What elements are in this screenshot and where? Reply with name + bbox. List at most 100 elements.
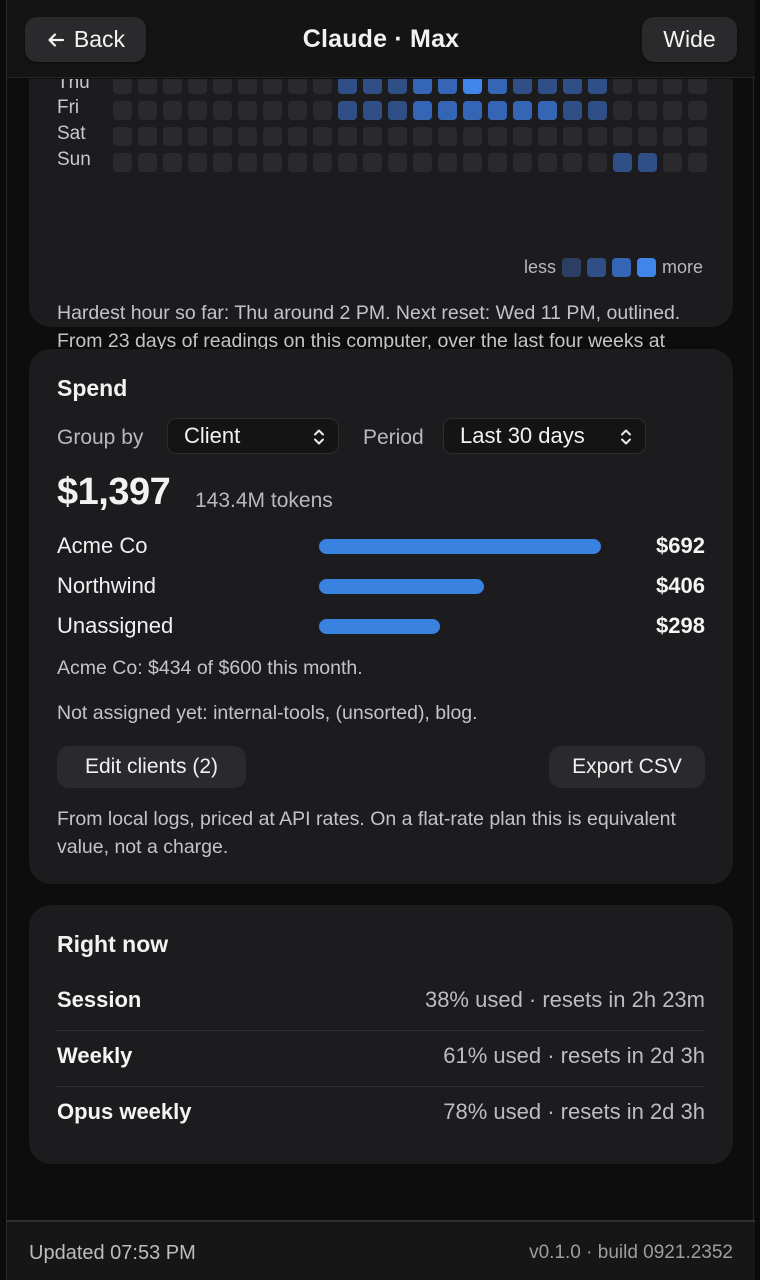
client-bar-fill xyxy=(319,539,601,554)
heatmap-cell xyxy=(188,101,207,120)
heatmap-cell xyxy=(513,79,532,94)
day-label-sun: Sun xyxy=(57,149,91,170)
token-count: 143.4M tokens xyxy=(195,489,333,512)
budget-note: Acme Co: $434 of $600 this month. xyxy=(57,657,363,679)
heatmap-cell xyxy=(138,79,157,94)
heatmap-cell xyxy=(588,127,607,146)
heatmap-cell xyxy=(238,153,257,172)
heatmap-cell xyxy=(538,127,557,146)
day-label-thu: Thu xyxy=(57,79,90,93)
version-label: v0.1.0 · build 0921.2352 xyxy=(529,1242,733,1263)
heatmap-cell xyxy=(213,153,232,172)
heatmap-cell xyxy=(588,79,607,94)
client-row-northwind: Northwind $406 xyxy=(57,571,705,601)
spend-total: $1,397 xyxy=(57,471,171,513)
client-bar xyxy=(319,539,601,554)
heatmap-cell xyxy=(513,127,532,146)
heatmap-cell xyxy=(338,101,357,120)
right-now-card: Right now Session 38% used · resets in 2… xyxy=(29,905,733,1164)
heatmap-cell xyxy=(538,79,557,94)
heatmap-cell xyxy=(588,153,607,172)
app-window: Back Claude · Max Wide Thu Fri Sat Sun l… xyxy=(6,0,755,1280)
legend-swatch-3 xyxy=(611,258,631,277)
heatmap-cell xyxy=(513,101,532,120)
heatmap-cell xyxy=(213,101,232,120)
limit-label: Opus weekly xyxy=(57,1099,192,1124)
heatmap-cell xyxy=(163,101,182,120)
heatmap-cell xyxy=(113,127,132,146)
heatmap-cell xyxy=(613,79,632,94)
heatmap-cell xyxy=(238,127,257,146)
client-amount: $406 xyxy=(656,573,705,598)
period-value: Last 30 days xyxy=(460,423,585,448)
heatmap-cell xyxy=(138,153,157,172)
heatmap-cell xyxy=(363,79,382,94)
heatmap-cell xyxy=(263,153,282,172)
scroll-area[interactable]: Thu Fri Sat Sun less more Hardest hour s… xyxy=(7,79,755,1220)
heatmap-row-sun xyxy=(113,153,707,172)
heatmap-cell xyxy=(563,127,582,146)
heatmap-cell xyxy=(288,101,307,120)
period-select[interactable]: Last 30 days xyxy=(443,418,646,454)
heatmap-cell xyxy=(563,153,582,172)
edit-clients-button[interactable]: Edit clients (2) xyxy=(57,746,246,788)
heatmap-cell xyxy=(438,127,457,146)
heatmap-cell xyxy=(663,79,682,94)
day-label-sat: Sat xyxy=(57,123,86,144)
legend-less-label: less xyxy=(523,257,556,277)
heatmap-cell xyxy=(238,79,257,94)
heatmap-cell xyxy=(188,153,207,172)
heatmap-cell xyxy=(388,153,407,172)
heatmap-cell xyxy=(313,101,332,120)
heatmap-cell xyxy=(663,101,682,120)
limit-value: 78% used · resets in 2d 3h xyxy=(443,1099,705,1124)
heatmap-cell xyxy=(363,153,382,172)
status-footer: Updated 07:53 PM v0.1.0 · build 0921.235… xyxy=(7,1220,755,1280)
heatmap-cell xyxy=(338,153,357,172)
heatmap-cell xyxy=(688,79,707,94)
heatmap-cell xyxy=(213,79,232,94)
heatmap-cell xyxy=(313,79,332,94)
chevron-updown-icon xyxy=(621,429,631,445)
heatmap-legend: less more xyxy=(524,257,703,278)
heatmap-cell xyxy=(163,79,182,94)
limit-label: Session xyxy=(57,987,142,1012)
heatmap-cell xyxy=(363,101,382,120)
heatmap-cell xyxy=(638,79,657,94)
heatmap-cell xyxy=(313,127,332,146)
heatmap-cell xyxy=(338,127,357,146)
wide-button[interactable]: Wide xyxy=(642,17,737,62)
heatmap-cell xyxy=(538,153,557,172)
header-bar: Back Claude · Max Wide xyxy=(7,0,755,78)
limit-value: 38% used · resets in 2h 23m xyxy=(424,987,705,1012)
client-bar-fill xyxy=(319,579,484,594)
group-by-select[interactable]: Client xyxy=(167,418,339,454)
heatmap-cell xyxy=(463,153,482,172)
heatmap-cell xyxy=(163,127,182,146)
client-bar xyxy=(319,619,440,634)
heatmap-cell xyxy=(663,127,682,146)
heatmap-cell xyxy=(188,127,207,146)
heatmap-cell xyxy=(488,101,507,120)
client-name: Unassigned xyxy=(57,613,174,638)
heatmap-cell xyxy=(488,127,507,146)
heatmap-cell xyxy=(413,127,432,146)
heatmap-cell xyxy=(263,127,282,146)
heatmap-cell xyxy=(388,101,407,120)
heatmap-row-sat xyxy=(113,127,707,146)
heatmap-cell xyxy=(613,127,632,146)
export-csv-button[interactable]: Export CSV xyxy=(549,746,705,788)
heatmap-cell xyxy=(313,153,332,172)
heatmap-cell xyxy=(113,101,132,120)
limit-row-weekly: Weekly 61% used · resets in 2d 3h xyxy=(57,1031,705,1087)
heatmap-cell xyxy=(388,127,407,146)
group-by-label: Group by xyxy=(57,426,144,449)
period-label: Period xyxy=(363,426,424,449)
heatmap-cell xyxy=(438,79,457,94)
heatmap-cell xyxy=(213,127,232,146)
heatmap-cell xyxy=(513,153,532,172)
spend-footnote: From local logs, priced at API rates. On… xyxy=(57,808,676,858)
legend-more-label: more xyxy=(661,257,703,277)
heatmap-cell xyxy=(663,153,682,172)
heatmap-cell xyxy=(463,101,482,120)
